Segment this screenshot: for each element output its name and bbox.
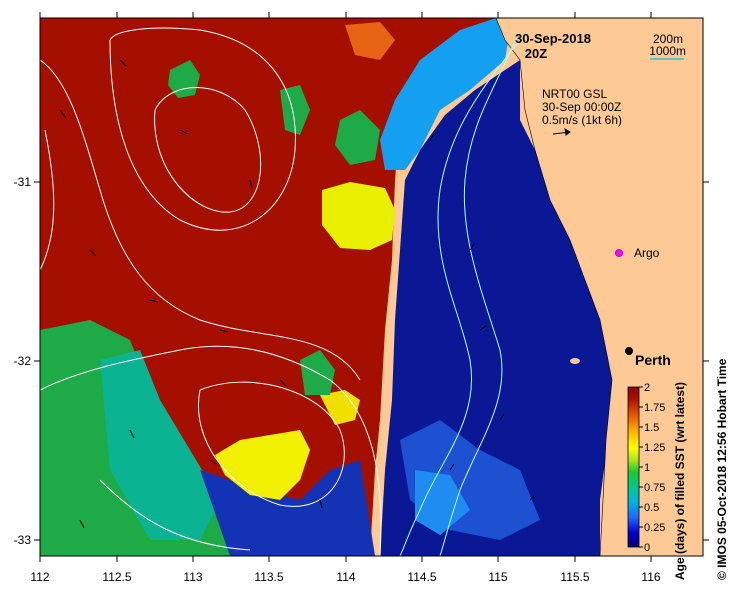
credit-text: © IMOS 05-Oct-2018 12:56 Hobart Time <box>715 358 729 580</box>
colorbar-tick: 0.25 <box>644 522 665 534</box>
argo-label: Argo <box>634 246 660 260</box>
colorbar-tick: 1.75 <box>644 402 665 414</box>
colorbar-tick: 2 <box>644 382 650 394</box>
island <box>570 358 580 364</box>
x-tick-label: 115.5 <box>560 570 589 584</box>
colorbar-tick: 1.5 <box>644 422 659 434</box>
colorbar-ramp <box>627 386 640 548</box>
colorbar-label: Age (days) of filled SST (wrt latest) <box>673 382 687 580</box>
product-label: NRT00 GSL <box>542 87 607 101</box>
city-label: Perth <box>635 352 671 368</box>
x-tick-label: 115 <box>488 570 507 584</box>
y-tick-label: -33 <box>14 533 32 547</box>
colorbar-tick: 1 <box>644 462 650 474</box>
x-tick-label: 112.5 <box>102 570 131 584</box>
sst-map-figure: 112 112.5 113 113.5 114 114.5 115 115.5 … <box>14 12 729 584</box>
x-tick-label: 114.5 <box>407 570 436 584</box>
colorbar-tick: 1.25 <box>644 442 665 454</box>
x-tick-label: 112 <box>30 570 49 584</box>
x-tick-label: 113.5 <box>254 570 283 584</box>
colorbar-tick: 0.5 <box>644 502 659 514</box>
x-tick-label: 114 <box>336 570 355 584</box>
argo-float-icon <box>615 249 623 257</box>
map-time: 20Z <box>525 46 547 61</box>
y-tick-label: -31 <box>14 175 32 189</box>
scale-label: 0.5m/s (1kt 6h) <box>542 113 622 127</box>
x-tick-label: 116 <box>641 570 660 584</box>
y-tick-label: -32 <box>14 354 32 368</box>
product-time: 30-Sep 00:00Z <box>542 100 621 114</box>
map-date: 30-Sep-2018 <box>515 31 591 46</box>
contour-legend-1000m: 1000m <box>649 44 686 58</box>
x-tick-label: 113 <box>183 570 202 584</box>
city-dot-icon <box>625 347 633 355</box>
colorbar-tick: 0 <box>644 542 650 554</box>
colorbar-tick: 0.75 <box>644 482 665 494</box>
